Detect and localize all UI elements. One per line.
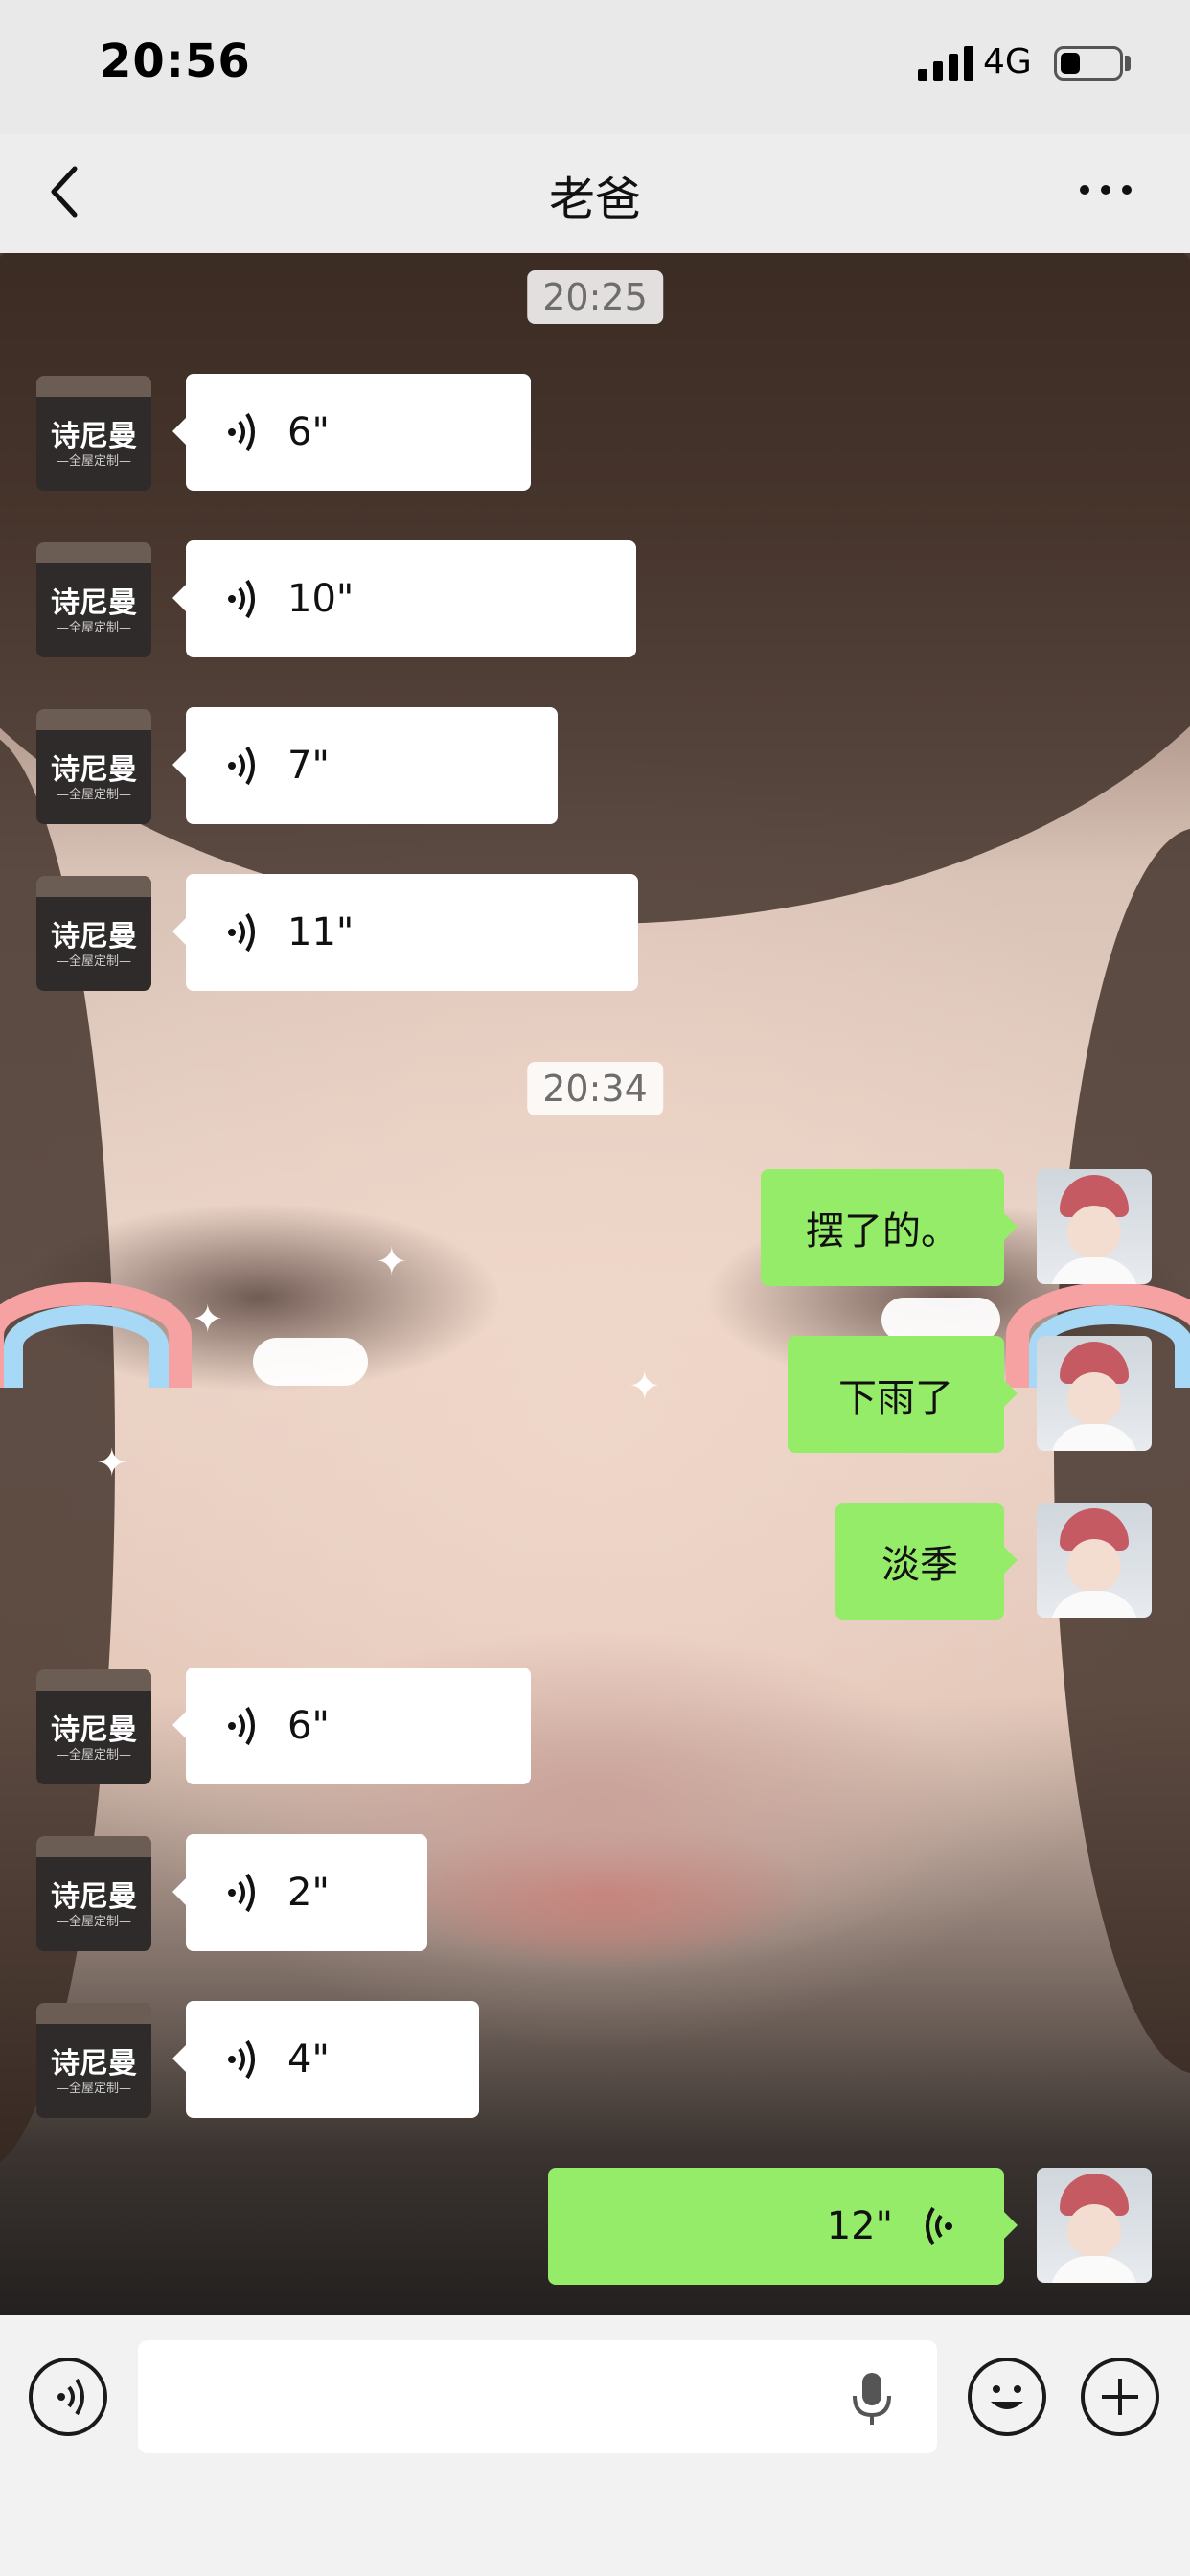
voice-message-bubble[interactable]: 6" [172,374,531,491]
voice-toggle-icon [57,2378,84,2416]
battery-nub [1125,56,1131,71]
chat-area[interactable]: ✦ ✦ ✦ ✦ 20:25 20:34 诗尼曼 —全屋定制— 6" 诗尼曼 —全屋定… [0,253,1190,2315]
voice-message-bubble[interactable]: 2" [172,1834,427,1951]
voice-wave-icon [228,746,255,786]
sparkle-sticker: ✦ [376,1240,408,1284]
wallpaper-hair-right [1054,828,1190,2074]
message-text: 淡季 [881,1543,958,1587]
voice-wave-icon [228,1873,255,1913]
contact-avatar[interactable]: 诗尼曼 —全屋定制— [36,376,151,491]
message-text: 摆了的。 [806,1209,959,1254]
voice-duration: 12" [826,2204,893,2248]
cloud-sticker [253,1338,368,1386]
voice-message-bubble[interactable]: 6" [172,1668,531,1784]
voice-wave-icon [228,1706,255,1746]
my-avatar[interactable] [1037,1169,1152,1284]
voice-duration: 4" [287,2037,330,2082]
voice-duration: 7" [287,744,330,788]
network-type: 4G [983,42,1032,81]
contact-avatar[interactable]: 诗尼曼 —全屋定制— [36,1836,151,1951]
microphone-icon[interactable] [851,2371,893,2426]
my-avatar[interactable] [1037,1503,1152,1618]
voice-message-bubble[interactable]: 11" [172,874,638,991]
emoji-button[interactable] [968,2358,1046,2436]
timestamp-label: 20:25 [527,270,663,324]
text-message-bubble[interactable]: 下雨了 [788,1336,1018,1453]
plus-icon [1102,2379,1138,2415]
signal-icon [918,46,973,80]
voice-toggle-button[interactable] [29,2358,107,2436]
voice-message-bubble[interactable]: 4" [172,2001,479,2118]
chat-title: 老爸 [548,172,641,226]
sparkle-sticker: ✦ [96,1441,128,1485]
voice-duration: 6" [287,1704,330,1748]
voice-duration: 11" [287,910,355,954]
text-message-bubble[interactable]: 淡季 [835,1503,1018,1620]
contact-avatar[interactable]: 诗尼曼 —全屋定制— [36,1669,151,1784]
more-dots-icon[interactable] [1077,178,1134,201]
sparkle-sticker: ✦ [629,1365,661,1409]
contact-avatar[interactable]: 诗尼曼 —全屋定制— [36,709,151,824]
voice-wave-icon [228,412,255,452]
my-avatar[interactable] [1037,2168,1152,2283]
sparkle-sticker: ✦ [192,1298,224,1342]
voice-wave-icon [926,2206,952,2246]
contact-avatar[interactable]: 诗尼曼 —全屋定制— [36,2003,151,2118]
voice-wave-icon [228,579,255,619]
plus-button[interactable] [1081,2358,1159,2436]
emoji-icon [991,2385,1023,2409]
contact-avatar[interactable]: 诗尼曼 —全屋定制— [36,542,151,657]
voice-message-bubble[interactable]: 10" [172,540,636,657]
message-text: 下雨了 [838,1376,953,1420]
voice-duration: 6" [287,410,330,454]
status-time: 20:56 [100,34,251,88]
rainbow-sticker-inner [4,1305,169,1388]
text-message-bubble[interactable]: 摆了的。 [761,1169,1018,1286]
battery-icon [1054,46,1123,80]
voice-duration: 2" [287,1871,330,1915]
voice-duration: 10" [287,577,355,621]
my-avatar[interactable] [1037,1336,1152,1451]
voice-message-bubble[interactable]: 7" [172,707,558,824]
timestamp-label: 20:34 [527,1062,663,1116]
voice-wave-icon [228,912,255,953]
voice-wave-icon [228,2039,255,2080]
message-input[interactable] [138,2340,937,2453]
voice-message-bubble[interactable]: 12" [548,2168,1018,2285]
contact-avatar[interactable]: 诗尼曼 —全屋定制— [36,876,151,991]
